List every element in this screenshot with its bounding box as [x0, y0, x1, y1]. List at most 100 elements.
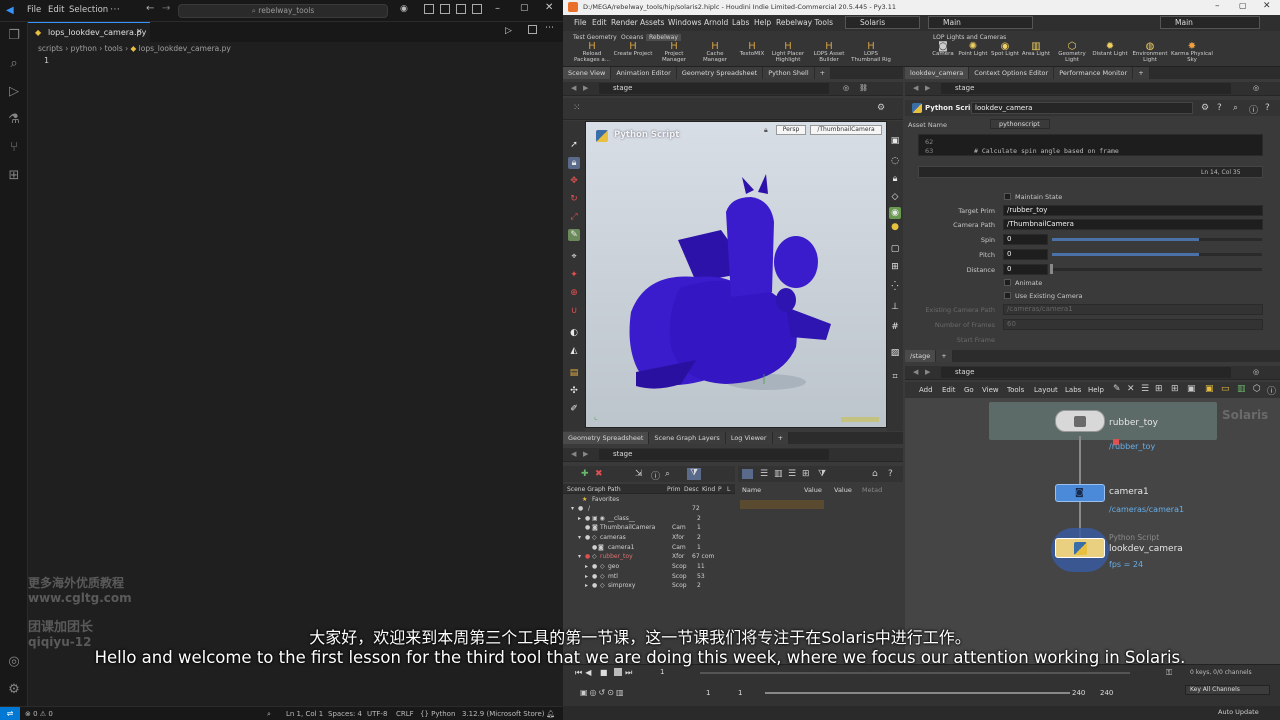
menu-help[interactable]: Help	[1088, 386, 1104, 394]
wireframe-icon[interactable]: ◇	[889, 191, 901, 203]
node-lookdev-camera[interactable]	[1055, 538, 1105, 558]
end-frame[interactable]: 240	[1100, 689, 1113, 697]
edit-tool-icon[interactable]: ✎	[568, 229, 580, 241]
header-l[interactable]: L	[727, 486, 730, 493]
info-icon[interactable]: ⓘ	[1267, 384, 1276, 397]
add-tab-icon[interactable]: +	[1133, 67, 1150, 79]
shelf-area-light[interactable]: ▥ Area Light	[1016, 42, 1056, 58]
node-rubber-toy[interactable]	[1055, 410, 1105, 432]
header-value[interactable]: Value	[804, 486, 822, 494]
move-tool-icon[interactable]: ✥	[568, 175, 580, 187]
toggle-sidebar-icon[interactable]	[424, 4, 434, 14]
menu-go[interactable]: Go	[964, 386, 974, 394]
add-tab-icon[interactable]: +	[814, 67, 832, 79]
lock-camera-icon[interactable]: 🔒︎	[568, 157, 580, 169]
notifications-bell-icon[interactable]: 🔔︎	[546, 710, 555, 718]
guides-icon[interactable]: ⊞	[889, 261, 901, 273]
lock-icon[interactable]: 🔒︎	[889, 173, 901, 185]
more-actions-icon[interactable]: ⋯	[545, 23, 554, 33]
points-icon[interactable]: ⁛	[889, 281, 901, 293]
menu-tools[interactable]: Tools	[1007, 386, 1024, 394]
encoding[interactable]: UTF-8	[367, 710, 387, 718]
sticky-note-icon[interactable]: ▣	[1205, 384, 1214, 394]
key-icon[interactable]: ⚿	[1166, 668, 1172, 678]
number-of-frames-field[interactable]: 60	[1003, 319, 1263, 330]
header-name[interactable]: Name	[742, 486, 761, 494]
menu-view[interactable]: View	[982, 386, 999, 394]
forward-arrow-icon[interactable]: ▶	[583, 450, 588, 458]
language-mode[interactable]: {} Python	[420, 710, 455, 718]
animate-checkbox[interactable]	[1004, 279, 1011, 286]
editor-tab[interactable]: ◆ lops_lookdev_camera.py ✕	[28, 22, 150, 42]
toggle-secondary-sidebar-icon[interactable]	[456, 4, 466, 14]
run-debug-icon[interactable]: ▷	[6, 84, 22, 100]
maximize-icon[interactable]: ▢	[1239, 1, 1247, 10]
shelf-environment-light[interactable]: ◍ Environment Light	[1130, 42, 1170, 64]
run-python-icon[interactable]: ▷	[505, 26, 512, 36]
tab-animation-editor[interactable]: Animation Editor	[611, 67, 677, 79]
expand-arrow-icon[interactable]: ▸	[585, 582, 588, 589]
menu-layout[interactable]: Layout	[1034, 386, 1058, 394]
pin-icon[interactable]: ◎	[843, 84, 849, 92]
layout-icon[interactable]: ▣	[1187, 384, 1196, 394]
layout-icon[interactable]	[472, 4, 482, 14]
header-metadata[interactable]: Metad	[862, 486, 882, 494]
home-icon[interactable]: ⌂	[872, 469, 878, 479]
back-arrow-icon[interactable]: ◀	[913, 84, 918, 92]
target-prim-field[interactable]: /rubber_toy	[1003, 205, 1263, 216]
line-ending[interactable]: CRLF	[396, 710, 414, 718]
safe-area-icon[interactable]: ⌗	[889, 371, 901, 383]
python-interpreter[interactable]: 3.12.9 (Microsoft Store)	[462, 710, 545, 718]
network-path-field[interactable]: stage	[941, 367, 1231, 378]
asset-name-menu[interactable]: pythonscript	[990, 119, 1050, 129]
menu-selection[interactable]: Selection	[69, 5, 108, 15]
back-arrow-icon[interactable]: ◀	[571, 450, 576, 458]
delete-prim-icon[interactable]: ✖	[595, 469, 603, 479]
view-mode-icon[interactable]	[742, 469, 753, 479]
range-slider[interactable]	[765, 692, 1070, 694]
menu-edit[interactable]: Edit	[48, 5, 64, 15]
placement-tool-icon[interactable]: ⊕	[568, 287, 580, 299]
pin-icon[interactable]: ◎	[1253, 84, 1259, 92]
split-editor-icon[interactable]	[528, 25, 537, 34]
camera-path-field[interactable]: /ThumbnailCamera	[1003, 219, 1263, 230]
tab-performance-monitor[interactable]: Performance Monitor	[1054, 67, 1134, 79]
rotate-tool-icon[interactable]: ↻	[568, 193, 580, 205]
normals-icon[interactable]: ⊥	[889, 301, 901, 313]
stop-button[interactable]	[614, 668, 622, 676]
handle-tool-icon[interactable]: ◐	[568, 327, 580, 339]
forward-arrow-icon[interactable]: ▶	[925, 84, 930, 92]
desktop-selector[interactable]: Solaris	[845, 16, 920, 29]
back-arrow-icon[interactable]: ◀	[913, 368, 918, 376]
shelf-reload-packages[interactable]: H Reload Packages a...	[571, 42, 613, 64]
gear-icon[interactable]: ⚙	[1201, 103, 1209, 113]
snap-tool-icon[interactable]: ✣	[568, 385, 580, 397]
table-row[interactable]: ▾ ● ◇ cameras Xfor 2	[568, 534, 898, 544]
menu-assets[interactable]: Assets	[640, 18, 664, 27]
maintain-state-checkbox[interactable]	[1004, 193, 1011, 200]
scale-tool-icon[interactable]: ⤢	[568, 211, 580, 223]
tab-geometry-spreadsheet[interactable]: Geometry Spreadsheet	[563, 432, 650, 444]
add-prim-icon[interactable]: ✚	[581, 469, 589, 479]
add-tab-icon[interactable]: +	[936, 350, 953, 362]
expand-arrow-icon[interactable]: ▾	[578, 553, 581, 560]
expand-arrow-icon[interactable]: ▸	[585, 563, 588, 570]
shading-icon[interactable]: ◉	[889, 207, 901, 219]
search-icon[interactable]: ⌕	[1233, 103, 1238, 113]
close-tab-icon[interactable]: ✕	[136, 27, 143, 36]
breadcrumb-item[interactable]: tools	[105, 44, 123, 53]
help-icon[interactable]: ?	[888, 469, 893, 479]
tab-log-viewer[interactable]: Log Viewer	[725, 432, 773, 444]
extensions-icon[interactable]: ⊞	[6, 168, 22, 184]
tab-scene-graph-layers[interactable]: Scene Graph Layers	[649, 432, 726, 444]
menu-labs[interactable]: Labs	[1065, 386, 1081, 394]
light-display-icon[interactable]: ●	[889, 221, 901, 233]
main-context-selector-right[interactable]: Main	[1160, 16, 1260, 29]
explorer-icon[interactable]: ❐	[6, 28, 22, 44]
shape-palette-icon[interactable]: ⬡	[1253, 384, 1261, 394]
table-row[interactable]: ▸ ● ◇ geo Scop 11	[568, 563, 898, 573]
playback-controls[interactable]: ⏮◀ ■ ▶⏭	[575, 668, 635, 678]
network-path-field[interactable]: stage	[599, 449, 829, 460]
magnet-tool-icon[interactable]: ∪	[568, 305, 580, 317]
main-context-selector[interactable]: Main	[928, 16, 1033, 29]
